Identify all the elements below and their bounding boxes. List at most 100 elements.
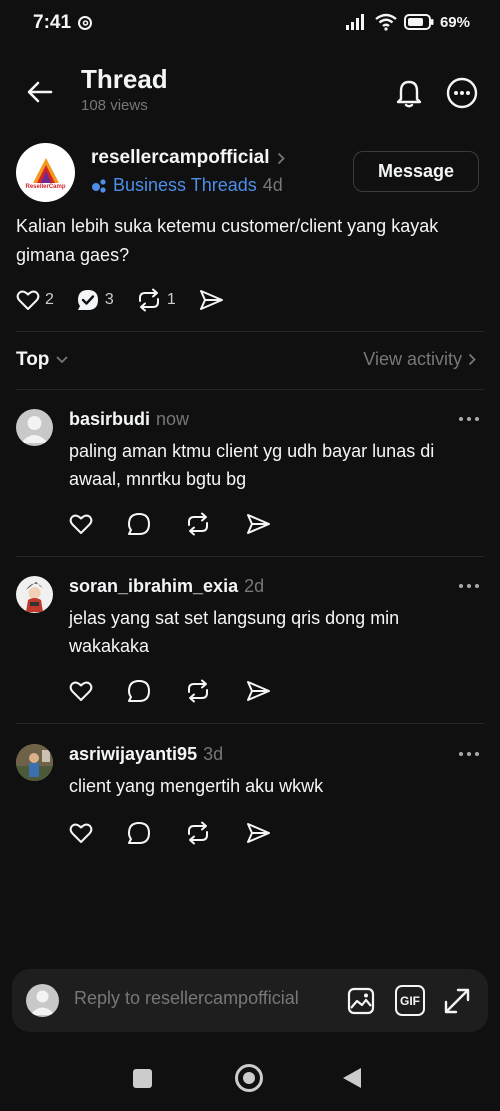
reply-input[interactable]: Reply to resellercampofficial [74,988,299,1009]
message-button[interactable]: Message [353,151,479,192]
anime-avatar-icon [26,582,43,612]
chevron-down-icon [56,356,69,364]
view-count: 108 views [81,97,148,114]
repost-button[interactable]: 1 [136,288,176,312]
reply-bar: Reply to resellercampofficial GIF [12,969,488,1032]
battery-icon [403,14,434,30]
comment-time: now [156,409,190,429]
view-activity-label: View activity [363,349,462,369]
topic-dots-icon [92,178,106,193]
comment-bubble-icon[interactable] [127,512,151,536]
comment-more-button[interactable] [456,746,482,762]
comment-actions [69,821,271,845]
more-dots-icon [459,584,479,588]
comment-more-button[interactable] [456,578,482,594]
photo-avatar-icon [16,744,53,781]
expand-icon [444,988,470,1014]
share-button[interactable] [198,289,224,311]
like-count: 2 [45,291,54,308]
more-dots-icon [459,417,479,421]
comment-header: soran_ibrahim_exia 2d [69,576,264,597]
comment-header: basirbudi now [69,409,189,430]
sort-label: Top [16,349,50,370]
post-text: Kalian lebih suka ketemu customer/client… [16,216,439,265]
heart-icon[interactable] [69,513,93,535]
reply-avatar [26,984,59,1017]
repost-icon[interactable] [185,512,211,536]
reply-check-bubble-icon [77,290,98,310]
comment-bubble-icon[interactable] [127,821,151,845]
page-title: Thread [81,64,168,94]
divider [16,556,484,557]
comment-more-button[interactable] [456,411,482,427]
arrow-left-icon [27,81,53,103]
home-dot [243,1072,255,1084]
image-icon [347,987,375,1015]
system-nav-bar [0,1060,500,1096]
post-topic[interactable]: Business Threads 4d [91,175,283,196]
heart-icon[interactable] [69,680,93,702]
sort-row: Top View activity [0,345,500,377]
heart-icon[interactable] [69,822,93,844]
view-activity-link[interactable]: View activity [363,349,476,370]
gif-button[interactable]: GIF [395,985,425,1016]
comment-username[interactable]: asriwijayanti95 [69,744,197,765]
divider [16,723,484,724]
comment-bubble-icon[interactable] [127,679,151,703]
attach-image-button[interactable] [346,986,376,1016]
comment-time: 3d [203,744,224,764]
sort-dropdown[interactable]: Top [16,349,69,371]
comment-avatar[interactable] [16,576,53,613]
comment-username[interactable]: basirbudi [69,409,150,430]
post-author[interactable]: resellercampofficial [91,147,286,169]
post-avatar[interactable]: ResellerCamp [16,143,75,202]
repost-icon[interactable] [185,679,211,703]
comment-time: 2d [244,576,265,596]
divider [16,389,484,390]
repost-icon[interactable] [185,821,211,845]
heart-icon [16,290,40,310]
status-time: 7:41 [33,12,72,33]
post-actions: 2 3 1 [16,288,246,312]
system-back-button[interactable] [343,1068,361,1088]
reply-count: 3 [104,291,114,308]
thread-header: Thread 108 views [0,60,500,122]
comment-avatar[interactable] [16,409,53,446]
more-dots-icon [459,752,479,756]
comment-header: asriwijayanti95 3d [69,744,223,765]
comment-text: client yang mengertih aku wkwk [69,776,324,796]
repost-count: 1 [166,291,176,308]
send-icon[interactable] [245,513,271,535]
threads-notification-icon [78,16,92,30]
like-button[interactable]: 2 [16,289,54,311]
status-bar: 7:41 69% [0,0,500,50]
back-button[interactable] [24,76,56,108]
expand-button[interactable] [442,986,472,1016]
wifi-icon [375,13,397,31]
home-button[interactable] [235,1064,263,1092]
post-time: 4d [262,175,283,195]
battery-percentage: 69% [439,13,470,31]
chevron-right-icon [278,152,286,164]
send-icon[interactable] [245,680,271,702]
reply-button[interactable]: 3 [76,288,114,312]
chevron-right-icon [468,353,476,366]
comment-text: paling aman ktmu client yg udh bayar lun… [69,441,435,489]
comment-actions [69,679,271,703]
more-options-button[interactable] [445,76,479,110]
signal-icon [345,14,364,30]
recent-apps-button[interactable] [133,1069,152,1088]
post-username[interactable]: resellercampofficial [91,147,269,169]
comment-text: jelas yang sat set langsung qris dong mi… [69,608,400,656]
status-indicators: 69% [345,13,470,31]
default-user-icon [21,416,48,443]
send-icon [199,290,223,310]
repost-icon [138,288,159,312]
comment-avatar[interactable] [16,744,53,781]
send-icon[interactable] [245,822,271,844]
topic-label[interactable]: Business Threads [113,175,257,196]
notifications-button[interactable] [392,76,426,110]
default-user-icon [30,990,55,1015]
comment-actions [69,512,271,536]
comment-username[interactable]: soran_ibrahim_exia [69,576,238,597]
